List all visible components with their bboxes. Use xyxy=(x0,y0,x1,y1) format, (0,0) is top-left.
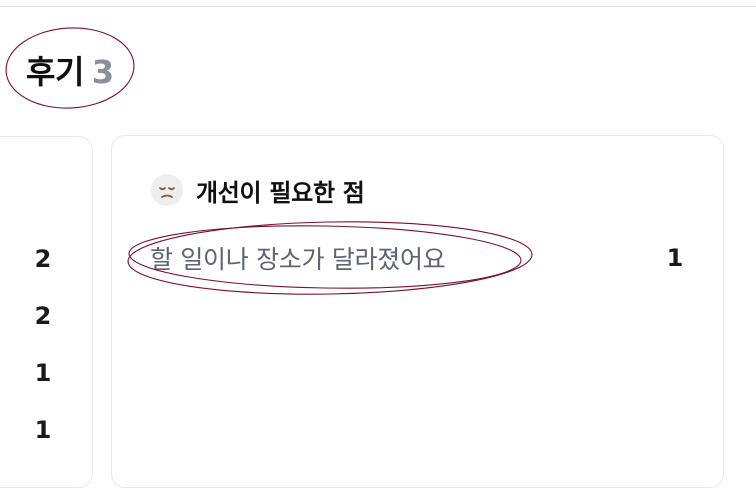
improvement-card-title: 개선이 필요한 점 xyxy=(196,178,365,207)
reviews-count: 3 xyxy=(91,53,115,91)
frown-face-icon xyxy=(150,173,184,207)
left-card-counts: 2 2 1 1 xyxy=(28,242,58,470)
top-divider xyxy=(0,6,756,7)
left-count-2: 2 xyxy=(34,302,52,330)
improvement-item-label: 할 일이나 장소가 달라졌어요 xyxy=(150,245,446,274)
left-count-4: 1 xyxy=(34,416,52,444)
left-count-1: 2 xyxy=(34,245,52,273)
reviews-title: 후기 xyxy=(26,53,84,91)
improvement-item-row: 할 일이나 장소가 달라졌어요 1 xyxy=(150,238,690,278)
reviews-header: 후기 3 xyxy=(26,50,114,94)
improvement-card-heading: 개선이 필요한 점 xyxy=(150,170,365,210)
left-count-3: 1 xyxy=(34,359,52,387)
improvement-item-count: 1 xyxy=(666,244,684,272)
